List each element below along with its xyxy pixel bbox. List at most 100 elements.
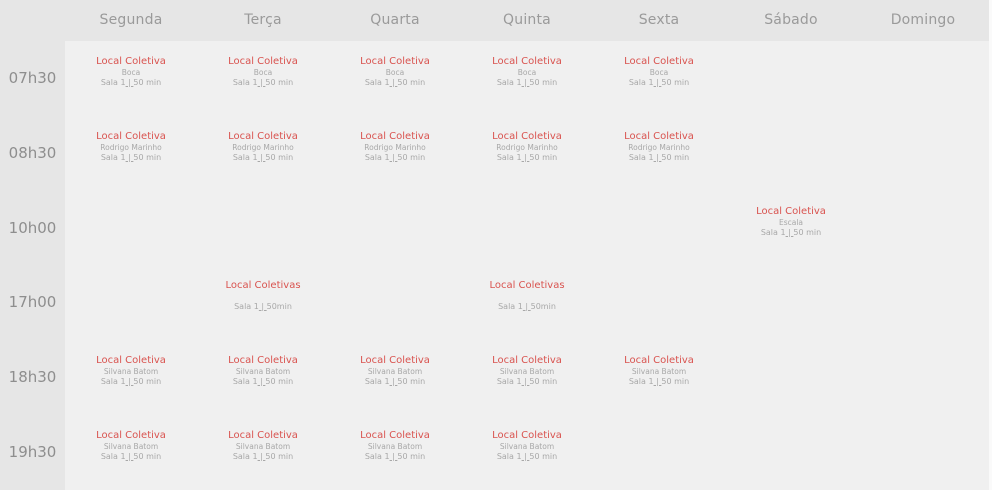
class-event[interactable]: Local Coletiva Boca Sala 1 | 50 min [197, 56, 329, 88]
class-event[interactable]: Local Coletivas Sala 1 | 50min [197, 280, 329, 312]
class-room: Sala 1 [364, 452, 390, 461]
class-duration: 50 min [133, 78, 162, 87]
class-instructor: Rodrigo Marinho [232, 143, 294, 152]
class-room: Sala 1 [496, 377, 522, 386]
class-title: Local Coletiva [492, 131, 562, 142]
class-instructor: Silvana Batom [499, 367, 555, 376]
class-event[interactable]: Local Coletiva Boca Sala 1 | 50 min [461, 56, 593, 88]
time-label-5: 19h30 [8, 443, 57, 461]
class-duration: 50 min [661, 377, 690, 386]
class-room: Sala 1 [628, 377, 654, 386]
class-room-duration: Sala 1 | 50 min [65, 153, 197, 163]
class-room: Sala 1 [498, 302, 523, 311]
class-duration: 50 min [265, 377, 294, 386]
class-event[interactable]: Local Coletiva Rodrigo Marinho Sala 1 | 50… [593, 131, 725, 163]
class-room-duration: Sala 1 | 50 min [65, 78, 197, 88]
class-event[interactable]: Local Coletiva Rodrigo Marinho Sala 1 | 50… [197, 131, 329, 163]
class-room: Sala 1 [628, 153, 654, 162]
time-label-3: 17h00 [8, 293, 57, 311]
class-event[interactable]: Local Coletiva Escala Sala 1 | 50 min [725, 206, 857, 238]
class-title: Local Coletivas [489, 280, 565, 291]
class-title: Local Coletiva [228, 430, 298, 441]
class-title: Local Coletiva [492, 430, 562, 441]
class-duration: 50 min [265, 153, 294, 162]
class-instructor: Silvana Batom [235, 367, 291, 376]
class-duration: 50 min [133, 153, 162, 162]
class-room-duration: Sala 1 | 50 min [329, 78, 461, 88]
class-room-duration: Sala 1 | 50min [197, 302, 329, 312]
class-event[interactable]: Local Coletiva Rodrigo Marinho Sala 1 | 50… [65, 131, 197, 163]
class-duration: 50 min [133, 452, 162, 461]
class-instructor: Escala [778, 218, 804, 227]
class-room: Sala 1 [232, 377, 258, 386]
class-room-duration: Sala 1 | 50 min [197, 153, 329, 163]
class-event[interactable]: Local Coletiva Silvana Batom Sala 1 | 50 m… [65, 355, 197, 387]
class-room: Sala 1 [100, 377, 126, 386]
class-event[interactable]: Local Coletiva Boca Sala 1 | 50 min [593, 56, 725, 88]
class-room: Sala 1 [232, 452, 258, 461]
class-instructor: Silvana Batom [103, 442, 159, 451]
class-event[interactable]: Local Coletiva Silvana Batom Sala 1 | 50 m… [461, 355, 593, 387]
class-room: Sala 1 [364, 153, 390, 162]
class-instructor: Silvana Batom [499, 442, 555, 451]
class-duration: 50 min [661, 78, 690, 87]
class-event[interactable]: Local Coletiva Silvana Batom Sala 1 | 50 m… [329, 430, 461, 462]
class-room: Sala 1 [364, 377, 390, 386]
class-title: Local Coletiva [360, 56, 430, 67]
class-title: Local Coletiva [360, 430, 430, 441]
class-event[interactable]: Local Coletiva Boca Sala 1 | 50 min [65, 56, 197, 88]
class-room: Sala 1 [100, 153, 126, 162]
class-room-duration: Sala 1 | 50 min [593, 153, 725, 163]
class-title: Local Coletiva [624, 56, 694, 67]
class-room-duration: Sala 1 | 50 min [461, 153, 593, 163]
class-duration: 50 min [265, 78, 294, 87]
class-event[interactable]: Local Coletiva Silvana Batom Sala 1 | 50 m… [593, 355, 725, 387]
class-room-duration: Sala 1 | 50 min [65, 377, 197, 387]
class-event[interactable]: Local Coletiva Boca Sala 1 | 50 min [329, 56, 461, 88]
weekly-schedule: Segunda Terça Quarta Quinta Sexta Sábado Domin… [0, 0, 992, 490]
class-room-duration: Sala 1 | 50 min [329, 153, 461, 163]
class-room-duration: Sala 1 | 50 min [461, 377, 593, 387]
class-event[interactable]: Local Coletivas Sala 1 | 50min [461, 280, 593, 312]
class-duration: 50 min [133, 377, 162, 386]
day-header-1: Terça [244, 12, 282, 28]
class-title: Local Coletiva [624, 355, 694, 366]
class-title: Local Coletiva [96, 131, 166, 142]
class-instructor: Rodrigo Marinho [496, 143, 558, 152]
class-event[interactable]: Local Coletiva Silvana Batom Sala 1 | 50 m… [65, 430, 197, 462]
class-room: Sala 1 [760, 228, 786, 237]
class-title: Local Coletiva [492, 355, 562, 366]
time-label-2: 10h00 [8, 219, 57, 237]
class-room: Sala 1 [496, 452, 522, 461]
class-room-duration: Sala 1 | 50 min [197, 377, 329, 387]
class-event[interactable]: Local Coletiva Rodrigo Marinho Sala 1 | 50… [461, 131, 593, 163]
time-label-1: 08h30 [8, 144, 57, 162]
day-header-0: Segunda [99, 12, 163, 28]
class-room: Sala 1 [496, 78, 522, 87]
class-room: Sala 1 [232, 153, 258, 162]
class-room: Sala 1 [232, 78, 258, 87]
class-event[interactable]: Local Coletiva Silvana Batom Sala 1 | 50 m… [461, 430, 593, 462]
class-event[interactable]: Local Coletiva Rodrigo Marinho Sala 1 | 50… [329, 131, 461, 163]
class-instructor: Silvana Batom [103, 367, 159, 376]
schedule-grid [65, 41, 989, 490]
class-duration: 50 min [529, 452, 558, 461]
class-room-duration: Sala 1 | 50 min [197, 78, 329, 88]
day-header-2: Quarta [370, 12, 420, 28]
class-title: Local Coletiva [228, 131, 298, 142]
day-header-5: Sábado [764, 12, 818, 28]
class-event[interactable]: Local Coletiva Silvana Batom Sala 1 | 50 m… [329, 355, 461, 387]
class-title: Local Coletivas [225, 280, 301, 291]
class-room-duration: Sala 1 | 50 min [461, 452, 593, 462]
class-title: Local Coletiva [96, 355, 166, 366]
class-event[interactable]: Local Coletiva Silvana Batom Sala 1 | 50 m… [197, 430, 329, 462]
class-instructor: Silvana Batom [367, 442, 423, 451]
class-room-duration: Sala 1 | 50 min [593, 377, 725, 387]
class-duration: 50 min [529, 153, 558, 162]
class-room-duration: Sala 1 | 50 min [461, 78, 593, 88]
class-title: Local Coletiva [624, 131, 694, 142]
class-room: Sala 1 [628, 78, 654, 87]
class-event[interactable]: Local Coletiva Silvana Batom Sala 1 | 50 m… [197, 355, 329, 387]
class-duration: 50min [530, 302, 556, 311]
